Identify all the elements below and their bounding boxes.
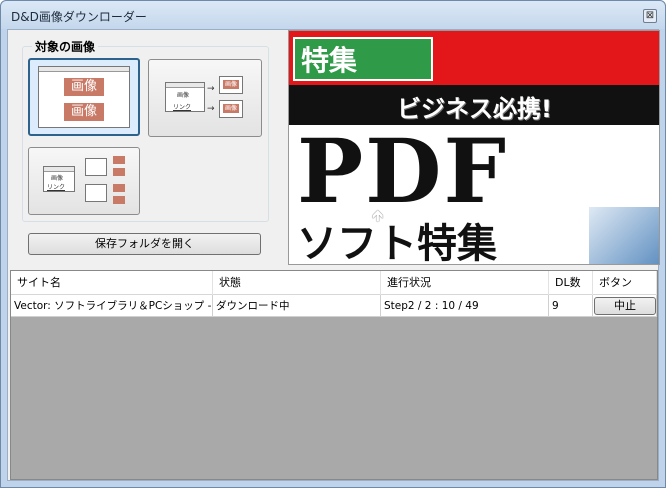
preview-sub-text: ソフト特集: [297, 221, 497, 265]
image-badge: [113, 184, 125, 192]
option-page-images[interactable]: 画像 画像: [28, 58, 140, 136]
image-badge: 画像: [64, 103, 104, 121]
arrow-icon: →: [207, 84, 215, 94]
option-deep-linked-images[interactable]: 画像 リンク: [28, 147, 140, 215]
window-title: D&D画像ダウンローダー: [11, 10, 147, 24]
cell-progress: Step2 / 2 : 10 / 49: [381, 295, 549, 317]
image-badge: [113, 156, 125, 164]
image-badge: 画像: [223, 104, 239, 113]
open-save-folder-button[interactable]: 保存フォルダを開く: [28, 233, 261, 255]
image-badge: 画像: [64, 78, 104, 96]
link-label: リンク: [173, 104, 192, 111]
cell-dl-count: 9: [549, 295, 593, 317]
image-label: 画像: [177, 92, 190, 99]
image-label: 画像: [51, 175, 64, 182]
close-button[interactable]: ⊠: [643, 9, 657, 23]
image-badge: [113, 196, 125, 204]
preview-tag: 特集: [293, 37, 433, 81]
image-preview: 特集 ビジネス必携! PDF ソフト特集: [288, 30, 660, 265]
column-header-dl-count[interactable]: DL数: [549, 271, 593, 295]
option-linked-images[interactable]: 画像 リンク 画像 画像 → →: [148, 59, 262, 137]
download-table: サイト名 状態 進行状況 DL数 ボタン Vector: ソフトライブラリ＆PC…: [10, 270, 658, 480]
cell-site: Vector: ソフトライブラリ＆PCショップ - ...: [11, 295, 213, 317]
close-icon: ⊠: [645, 10, 655, 21]
title-bar[interactable]: D&D画像ダウンローダー ⊠: [1, 1, 665, 29]
client-area: 対象の画像 画像 画像 画像 リンク 画像 画像 → → 画像 リンク 保存フォ…: [7, 29, 660, 481]
arrow-icon: →: [207, 104, 215, 114]
image-badge: [113, 168, 125, 176]
link-label: リンク: [47, 184, 66, 191]
target-image-group-label: 対象の画像: [32, 38, 99, 55]
table-header: サイト名 状態 進行状況 DL数 ボタン: [11, 271, 657, 295]
table-row[interactable]: Vector: ソフトライブラリ＆PCショップ - ... ダウンロード中 St…: [11, 295, 657, 317]
mouse-cursor-icon: 🡹: [372, 206, 384, 225]
image-badge: 画像: [223, 80, 239, 89]
column-header-status[interactable]: 状態: [213, 271, 381, 295]
preview-decoration: [589, 207, 659, 264]
preview-big-text: PDF: [297, 119, 508, 223]
column-header-button[interactable]: ボタン: [593, 271, 657, 295]
linked-page: [85, 184, 107, 202]
cell-status: ダウンロード中: [213, 295, 381, 317]
stop-button[interactable]: 中止: [594, 297, 656, 315]
linked-page: [85, 158, 107, 176]
column-header-site[interactable]: サイト名: [11, 271, 213, 295]
column-header-progress[interactable]: 進行状況: [381, 271, 549, 295]
app-window: D&D画像ダウンローダー ⊠ 対象の画像 画像 画像 画像 リンク 画像 画像: [0, 0, 666, 488]
